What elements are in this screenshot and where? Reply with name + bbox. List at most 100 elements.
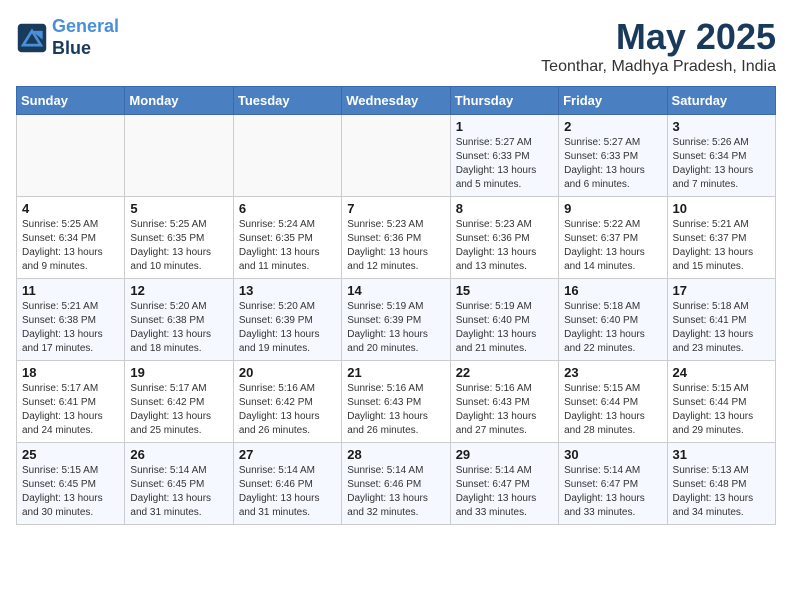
calendar-cell: 30 Sunrise: 5:14 AM Sunset: 6:47 PM Dayli… — [559, 443, 667, 525]
day-info: Sunrise: 5:15 AM Sunset: 6:45 PM Dayligh… — [22, 464, 119, 520]
subtitle: Teonthar, Madhya Pradesh, India — [541, 58, 776, 76]
calendar-cell: 19 Sunrise: 5:17 AM Sunset: 6:42 PM Dayli… — [125, 361, 233, 443]
logo-text: General Blue — [52, 16, 119, 59]
calendar-cell: 3 Sunrise: 5:26 AM Sunset: 6:34 PM Daylig… — [667, 115, 775, 197]
calendar-table: Sunday Monday Tuesday Wednesday Thursday… — [16, 86, 776, 525]
calendar-cell: 24 Sunrise: 5:15 AM Sunset: 6:44 PM Dayli… — [667, 361, 775, 443]
day-info: Sunrise: 5:26 AM Sunset: 6:34 PM Dayligh… — [673, 136, 770, 192]
calendar-cell: 11Sunrise: 5:21 AM Sunset: 6:38 PM Dayli… — [17, 279, 125, 361]
day-info: Sunrise: 5:17 AM Sunset: 6:42 PM Dayligh… — [130, 382, 227, 438]
day-info: Sunrise: 5:13 AM Sunset: 6:48 PM Dayligh… — [673, 464, 770, 520]
calendar-cell: 9 Sunrise: 5:22 AM Sunset: 6:37 PM Daylig… — [559, 197, 667, 279]
calendar-cell: 14 Sunrise: 5:19 AM Sunset: 6:39 PM Dayli… — [342, 279, 450, 361]
calendar-cell: 27 Sunrise: 5:14 AM Sunset: 6:46 PM Dayli… — [233, 443, 341, 525]
day-info: Sunrise: 5:16 AM Sunset: 6:43 PM Dayligh… — [347, 382, 444, 438]
calendar-cell: 4 Sunrise: 5:25 AM Sunset: 6:34 PM Daylig… — [17, 197, 125, 279]
day-number: 10 — [673, 201, 770, 216]
title-block: May 2025 Teonthar, Madhya Pradesh, India — [541, 16, 776, 76]
day-info: Sunrise: 5:18 AM Sunset: 6:41 PM Dayligh… — [673, 300, 770, 356]
day-number: 31 — [673, 447, 770, 462]
day-number: 27 — [239, 447, 336, 462]
calendar-cell — [125, 115, 233, 197]
day-info: Sunrise: 5:25 AM Sunset: 6:34 PM Dayligh… — [22, 218, 119, 274]
day-info: Sunrise: 5:19 AM Sunset: 6:40 PM Dayligh… — [456, 300, 553, 356]
day-number: 20 — [239, 365, 336, 380]
col-monday: Monday — [125, 87, 233, 115]
calendar-cell: 15 Sunrise: 5:19 AM Sunset: 6:40 PM Dayli… — [450, 279, 558, 361]
day-info: Sunrise: 5:22 AM Sunset: 6:37 PM Dayligh… — [564, 218, 661, 274]
calendar-cell: 10 Sunrise: 5:21 AM Sunset: 6:37 PM Dayli… — [667, 197, 775, 279]
day-info: Sunrise: 5:14 AM Sunset: 6:45 PM Dayligh… — [130, 464, 227, 520]
calendar-cell: 18Sunrise: 5:17 AM Sunset: 6:41 PM Dayli… — [17, 361, 125, 443]
day-number: 28 — [347, 447, 444, 462]
calendar-cell: 20 Sunrise: 5:16 AM Sunset: 6:42 PM Dayli… — [233, 361, 341, 443]
calendar-cell: 22 Sunrise: 5:16 AM Sunset: 6:43 PM Dayli… — [450, 361, 558, 443]
day-info: Sunrise: 5:25 AM Sunset: 6:35 PM Dayligh… — [130, 218, 227, 274]
calendar-cell: 5 Sunrise: 5:25 AM Sunset: 6:35 PM Daylig… — [125, 197, 233, 279]
calendar-cell: 29 Sunrise: 5:14 AM Sunset: 6:47 PM Dayli… — [450, 443, 558, 525]
page-header: General Blue May 2025 Teonthar, Madhya P… — [16, 16, 776, 76]
calendar-week-row: 11Sunrise: 5:21 AM Sunset: 6:38 PM Dayli… — [17, 279, 776, 361]
day-number: 21 — [347, 365, 444, 380]
calendar-cell: 1 Sunrise: 5:27 AM Sunset: 6:33 PM Daylig… — [450, 115, 558, 197]
day-info: Sunrise: 5:16 AM Sunset: 6:43 PM Dayligh… — [456, 382, 553, 438]
day-number: 25 — [22, 447, 119, 462]
day-number: 24 — [673, 365, 770, 380]
day-info: Sunrise: 5:24 AM Sunset: 6:35 PM Dayligh… — [239, 218, 336, 274]
day-number: 14 — [347, 283, 444, 298]
day-number: 9 — [564, 201, 661, 216]
calendar-cell: 26 Sunrise: 5:14 AM Sunset: 6:45 PM Dayli… — [125, 443, 233, 525]
day-number: 1 — [456, 119, 553, 134]
calendar-cell: 31 Sunrise: 5:13 AM Sunset: 6:48 PM Dayli… — [667, 443, 775, 525]
calendar-cell: 28 Sunrise: 5:14 AM Sunset: 6:46 PM Dayli… — [342, 443, 450, 525]
day-info: Sunrise: 5:15 AM Sunset: 6:44 PM Dayligh… — [564, 382, 661, 438]
day-info: Sunrise: 5:20 AM Sunset: 6:39 PM Dayligh… — [239, 300, 336, 356]
day-number: 22 — [456, 365, 553, 380]
calendar-cell: 6Sunrise: 5:24 AM Sunset: 6:35 PM Daylig… — [233, 197, 341, 279]
col-wednesday: Wednesday — [342, 87, 450, 115]
day-number: 26 — [130, 447, 227, 462]
day-number: 15 — [456, 283, 553, 298]
day-info: Sunrise: 5:14 AM Sunset: 6:46 PM Dayligh… — [347, 464, 444, 520]
day-info: Sunrise: 5:14 AM Sunset: 6:47 PM Dayligh… — [564, 464, 661, 520]
calendar-cell: 12Sunrise: 5:20 AM Sunset: 6:38 PM Dayli… — [125, 279, 233, 361]
day-number: 2 — [564, 119, 661, 134]
calendar-week-row: 1 Sunrise: 5:27 AM Sunset: 6:33 PM Daylig… — [17, 115, 776, 197]
day-info: Sunrise: 5:19 AM Sunset: 6:39 PM Dayligh… — [347, 300, 444, 356]
calendar-cell: 21 Sunrise: 5:16 AM Sunset: 6:43 PM Dayli… — [342, 361, 450, 443]
logo-icon — [16, 22, 48, 54]
day-info: Sunrise: 5:16 AM Sunset: 6:42 PM Dayligh… — [239, 382, 336, 438]
day-info: Sunrise: 5:14 AM Sunset: 6:47 PM Dayligh… — [456, 464, 553, 520]
calendar-cell — [233, 115, 341, 197]
day-info: Sunrise: 5:23 AM Sunset: 6:36 PM Dayligh… — [456, 218, 553, 274]
day-number: 30 — [564, 447, 661, 462]
day-number: 5 — [130, 201, 227, 216]
calendar-cell: 25 Sunrise: 5:15 AM Sunset: 6:45 PM Dayli… — [17, 443, 125, 525]
day-number: 19 — [130, 365, 227, 380]
calendar-header-row: Sunday Monday Tuesday Wednesday Thursday… — [17, 87, 776, 115]
col-sunday: Sunday — [17, 87, 125, 115]
day-number: 4 — [22, 201, 119, 216]
day-info: Sunrise: 5:27 AM Sunset: 6:33 PM Dayligh… — [456, 136, 553, 192]
calendar-week-row: 25 Sunrise: 5:15 AM Sunset: 6:45 PM Dayli… — [17, 443, 776, 525]
day-info: Sunrise: 5:21 AM Sunset: 6:37 PM Dayligh… — [673, 218, 770, 274]
day-info: Sunrise: 5:18 AM Sunset: 6:40 PM Dayligh… — [564, 300, 661, 356]
day-info: Sunrise: 5:14 AM Sunset: 6:46 PM Dayligh… — [239, 464, 336, 520]
day-number: 11 — [22, 283, 119, 298]
calendar-week-row: 4 Sunrise: 5:25 AM Sunset: 6:34 PM Daylig… — [17, 197, 776, 279]
day-number: 18 — [22, 365, 119, 380]
day-number: 29 — [456, 447, 553, 462]
calendar-cell: 23 Sunrise: 5:15 AM Sunset: 6:44 PM Dayli… — [559, 361, 667, 443]
day-number: 23 — [564, 365, 661, 380]
col-tuesday: Tuesday — [233, 87, 341, 115]
day-number: 8 — [456, 201, 553, 216]
day-info: Sunrise: 5:27 AM Sunset: 6:33 PM Dayligh… — [564, 136, 661, 192]
day-number: 13 — [239, 283, 336, 298]
calendar-cell: 16Sunrise: 5:18 AM Sunset: 6:40 PM Dayli… — [559, 279, 667, 361]
day-number: 3 — [673, 119, 770, 134]
calendar-week-row: 18Sunrise: 5:17 AM Sunset: 6:41 PM Dayli… — [17, 361, 776, 443]
calendar-cell: 17 Sunrise: 5:18 AM Sunset: 6:41 PM Dayli… — [667, 279, 775, 361]
day-info: Sunrise: 5:20 AM Sunset: 6:38 PM Dayligh… — [130, 300, 227, 356]
day-info: Sunrise: 5:15 AM Sunset: 6:44 PM Dayligh… — [673, 382, 770, 438]
day-number: 17 — [673, 283, 770, 298]
